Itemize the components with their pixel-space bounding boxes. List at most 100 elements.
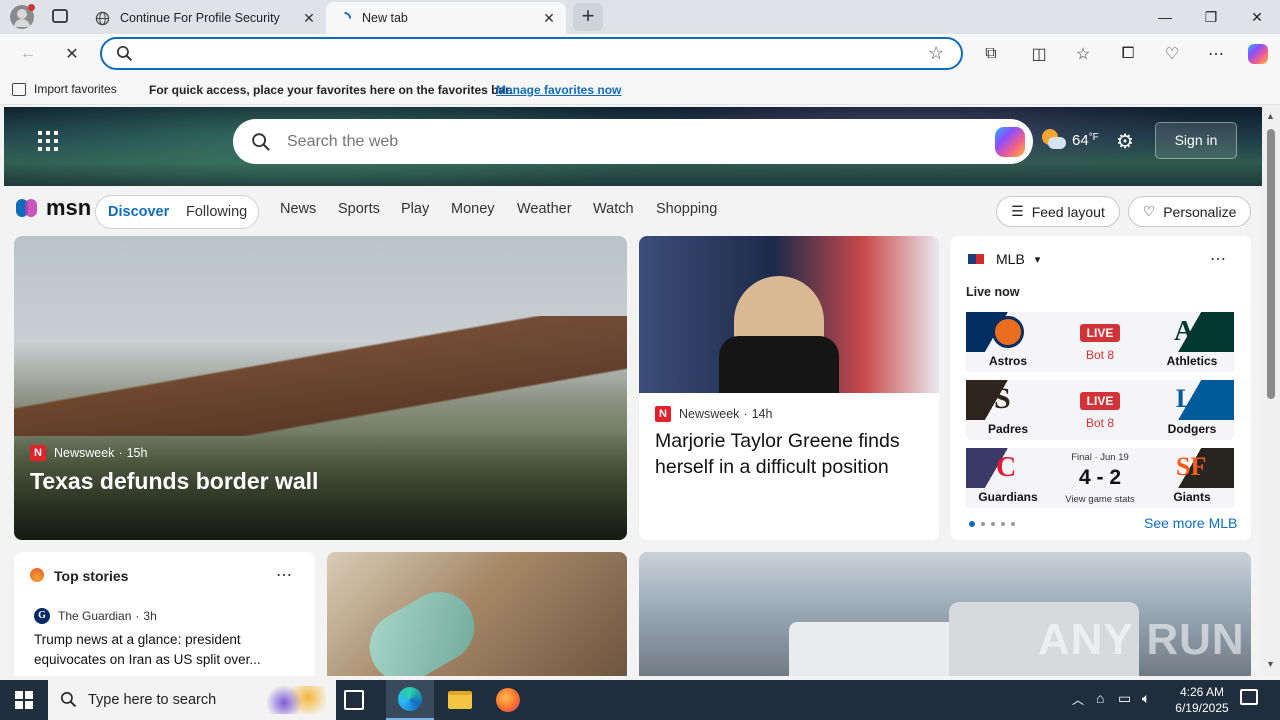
tab-new-tab[interactable]: New tab ✕ [326, 2, 566, 34]
minimize-icon[interactable]: — [1142, 0, 1188, 34]
address-bar[interactable]: ☆ [100, 37, 963, 70]
profile-icon[interactable] [10, 4, 35, 29]
discover-following-toggle: Discover Following [95, 195, 259, 229]
chevron-down-icon[interactable]: ▾ [1035, 253, 1041, 266]
story-image [639, 236, 939, 393]
final-score: 4 - 2 [1078, 466, 1122, 489]
personalize-button[interactable]: ♡ Personalize [1128, 196, 1251, 227]
start-button[interactable] [0, 680, 48, 720]
msn-butterfly-icon [16, 197, 42, 219]
athletics-logo-icon: A [1164, 312, 1234, 352]
restore-icon[interactable]: ❐ [1188, 0, 1234, 34]
mlb-header[interactable]: MLB ▾ [968, 251, 1040, 267]
sign-in-button[interactable]: Sign in [1155, 122, 1237, 159]
msn-logo-text: msn [46, 195, 92, 220]
taskbar-search[interactable]: Type here to search [48, 680, 336, 720]
carousel-dot-active[interactable] [969, 521, 975, 527]
weather-widget[interactable]: 64 °F [1040, 129, 1099, 151]
nav-sports[interactable]: Sports [338, 201, 380, 217]
giants-logo-icon: SF [1164, 448, 1234, 488]
top-story-headline[interactable]: Trump news at a glance: president equivo… [34, 630, 296, 670]
network-status-icon[interactable]: ⌂ [1096, 690, 1104, 706]
final-status: Final · Jun 19 [1071, 452, 1129, 463]
nav-news[interactable]: News [280, 201, 316, 217]
import-favorites-label: Import favorites [34, 82, 117, 96]
flame-icon [30, 568, 44, 582]
hero-headline[interactable]: Texas defunds border wall [30, 468, 318, 495]
see-more-mlb-link[interactable]: See more MLB [1144, 515, 1237, 531]
hero-age: 15h [126, 446, 148, 460]
hero-source: N Newsweek · 15h [30, 445, 147, 461]
scroll-down-icon[interactable]: ▼ [1266, 659, 1275, 669]
nav-money[interactable]: Money [451, 201, 495, 217]
edge-taskbar-icon[interactable] [386, 680, 434, 720]
copilot-icon[interactable] [1242, 38, 1274, 70]
close-tab-icon[interactable]: ✕ [298, 10, 320, 27]
carousel-dot[interactable] [981, 522, 985, 526]
browser-essentials-icon[interactable]: ♡ [1156, 38, 1188, 70]
game-row-astros-athletics[interactable]: Astros LIVE Bot 8 A Athletics [966, 312, 1234, 372]
carousel-dot[interactable] [1001, 522, 1005, 526]
story-card-mtg[interactable]: N Newsweek · 14h Marjorie Taylor Greene … [639, 236, 939, 540]
top-stories-title[interactable]: Top stories [54, 568, 128, 584]
extensions-icon[interactable]: ⧉ [975, 38, 1007, 70]
story2-headline[interactable]: Marjorie Taylor Greene finds herself in … [655, 428, 927, 480]
settings-gear-icon[interactable]: ⚙ [1116, 129, 1134, 154]
new-tab-button[interactable]: + [573, 3, 603, 31]
close-window-icon[interactable]: ✕ [1234, 0, 1280, 34]
search-icon [60, 691, 77, 713]
tab-following[interactable]: Following [186, 204, 247, 220]
network-icon[interactable]: ▭ [1118, 690, 1131, 707]
address-input[interactable] [142, 44, 912, 64]
more-options-icon[interactable]: ⋯ [276, 565, 292, 585]
favorites-bar: Import favorites For quick access, place… [0, 74, 1280, 105]
nav-watch[interactable]: Watch [593, 201, 634, 217]
weather-temperature: 64 [1072, 131, 1089, 149]
collections-icon[interactable]: ⧠ [1112, 38, 1144, 70]
copilot-search-icon[interactable] [995, 127, 1025, 157]
file-explorer-icon[interactable] [436, 680, 484, 720]
favorites-icon[interactable]: ☆ [1067, 38, 1099, 70]
team-padres: Padres [987, 422, 1029, 436]
show-hidden-icons[interactable]: ︿ [1072, 691, 1084, 708]
carousel-dot[interactable] [1011, 522, 1015, 526]
carousel-dot[interactable] [991, 522, 995, 526]
scrollbar-thumb[interactable] [1267, 129, 1275, 399]
manage-favorites-link[interactable]: Manage favorites now [496, 83, 621, 97]
import-favorites-button[interactable]: Import favorites [12, 82, 117, 96]
game-row-guardians-giants[interactable]: C Guardians Final · Jun 19 4 - 2 View ga… [966, 448, 1234, 508]
firefox-icon[interactable] [484, 680, 532, 720]
nav-weather[interactable]: Weather [517, 201, 572, 217]
stop-loading-icon[interactable]: ✕ [56, 38, 88, 70]
back-icon[interactable]: ← [12, 38, 44, 70]
volume-icon[interactable]: 🔈︎ [1142, 690, 1150, 707]
nav-play[interactable]: Play [401, 201, 429, 217]
notifications-icon[interactable] [1240, 689, 1258, 705]
msn-search-input[interactable] [287, 131, 927, 153]
game-row-padres-dodgers[interactable]: S Padres LIVE Bot 8 LA Dodgers [966, 380, 1234, 440]
apps-grid-icon[interactable] [38, 131, 58, 151]
favorite-star-icon[interactable]: ☆ [928, 43, 944, 64]
feed-layout-button[interactable]: ☰ Feed layout [996, 196, 1120, 227]
tab-discover[interactable]: Discover [108, 204, 169, 220]
msn-page: 64 °F ⚙ Sign in msn Discover Following N… [4, 107, 1262, 676]
close-tab-icon[interactable]: ✕ [538, 10, 560, 27]
view-game-stats-link[interactable]: View game stats [1056, 494, 1144, 505]
msn-logo[interactable]: msn [16, 195, 91, 221]
vacuum-image [356, 579, 488, 676]
tab-continue-profile-security[interactable]: Continue For Profile Security ✕ [84, 2, 326, 34]
msn-search-box[interactable] [233, 119, 1033, 164]
nav-shopping[interactable]: Shopping [656, 201, 717, 217]
vacuum-story-card[interactable] [327, 552, 627, 676]
hero-story-card[interactable]: N Newsweek · 15h Texas defunds border wa… [14, 236, 627, 540]
clock-time[interactable]: 4:26 AM [1172, 685, 1232, 699]
team-dodgers: Dodgers [1167, 422, 1217, 436]
more-options-icon[interactable]: ⋯ [1210, 249, 1226, 269]
split-screen-icon[interactable]: ◫ [1023, 38, 1055, 70]
settings-more-icon[interactable]: ⋯ [1200, 38, 1232, 70]
scroll-up-icon[interactable]: ▲ [1266, 111, 1275, 121]
clock-date[interactable]: 6/19/2025 [1168, 701, 1236, 715]
tab-actions-icon[interactable] [52, 9, 68, 23]
task-view-icon[interactable] [344, 690, 364, 710]
vertical-scrollbar[interactable]: ▲ ▼ [1262, 107, 1280, 676]
